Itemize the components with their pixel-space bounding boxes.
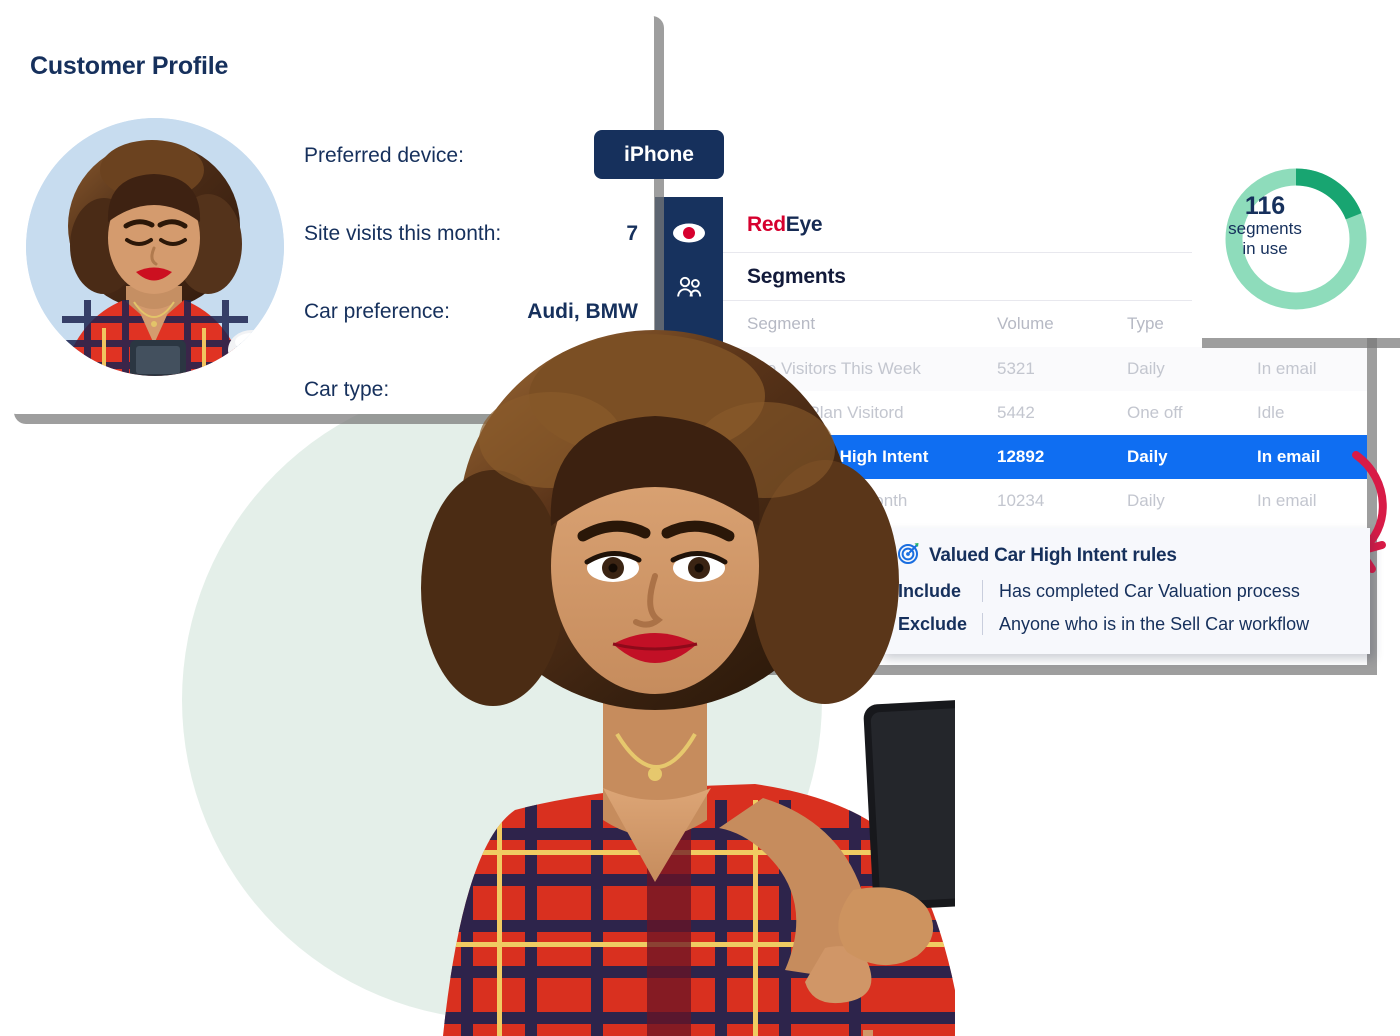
rule-include: Include Has completed Car Valuation proc… bbox=[880, 580, 1370, 602]
table-row[interactable]: Site Visitors This Week 5321 Daily In em… bbox=[723, 347, 1367, 391]
cell-type: Daily bbox=[1103, 435, 1233, 479]
segments-in-use-widget: 116 segments in use bbox=[1192, 140, 1400, 338]
profile-label: Car type: bbox=[304, 378, 390, 401]
cell-volume: 5442 bbox=[997, 403, 1035, 422]
cell-volume: 12892 bbox=[973, 435, 1103, 479]
people-icon[interactable] bbox=[655, 265, 723, 309]
profile-attribute-list: Preferred device: iPhone Site visits thi… bbox=[304, 130, 724, 446]
cell-segment: Searches This Month bbox=[747, 491, 908, 510]
redeye-logo[interactable]: RedEye bbox=[747, 212, 823, 237]
customer-profile-card: Customer Profile Preferred device: iPhon… bbox=[4, 6, 724, 414]
profile-card-title: Customer Profile bbox=[30, 52, 229, 80]
profile-label: Car preference: bbox=[304, 300, 450, 323]
segment-rules-tooltip: Valued Car High Intent rules Include Has… bbox=[880, 528, 1370, 654]
profile-row-site-visits: Site visits this month: 7 bbox=[304, 212, 638, 256]
rule-divider bbox=[982, 580, 983, 602]
table-row-selected[interactable]: Valued Car High Intent 12892 Daily In em… bbox=[723, 435, 1367, 479]
app-sidebar bbox=[655, 197, 723, 665]
cell-segment: Site Visitors This Week bbox=[723, 347, 973, 391]
table-row[interactable]: Service Plan Visitord 5442 One off Idle bbox=[723, 391, 1367, 435]
rule-exclude-label: Exclude bbox=[898, 613, 968, 634]
rules-header: Valued Car High Intent rules bbox=[880, 528, 1370, 569]
cell-type: One off bbox=[1127, 403, 1183, 422]
rule-include-value: Has completed Car Valuation process bbox=[999, 580, 1300, 601]
cell-type: Daily bbox=[1103, 347, 1233, 391]
page-title: Segments bbox=[747, 264, 846, 288]
preferred-device-chip[interactable]: iPhone bbox=[593, 130, 724, 179]
profile-label: Site visits this month: bbox=[304, 222, 502, 245]
avatar bbox=[26, 118, 284, 376]
profile-row-car-type: Car type: SUV, Hybrid bbox=[304, 368, 638, 412]
rule-include-label: Include bbox=[898, 580, 962, 601]
eye-icon[interactable] bbox=[655, 211, 723, 255]
cell-status: In email bbox=[1233, 347, 1367, 391]
rule-exclude-value: Anyone who is in the Sell Car workflow bbox=[999, 613, 1310, 634]
cell-segment: Valued Car High Intent bbox=[723, 435, 973, 479]
profile-value: SUV, Hybrid bbox=[518, 378, 638, 401]
target-dart-icon bbox=[898, 542, 920, 569]
profile-row-car-preference: Car preference: Audi, BMW bbox=[304, 290, 638, 334]
rules-title: Valued Car High Intent rules bbox=[929, 544, 1177, 566]
rule-divider bbox=[982, 613, 983, 635]
logo-red-part: Red bbox=[747, 212, 786, 236]
cell-volume: 10234 bbox=[997, 491, 1045, 510]
profile-row-preferred-device: Preferred device: iPhone bbox=[304, 130, 724, 179]
cell-type: Daily bbox=[1127, 491, 1165, 510]
profile-label: Preferred device: bbox=[304, 144, 464, 167]
donut-chart bbox=[1223, 153, 1369, 325]
cell-status: Idle bbox=[1257, 403, 1285, 422]
cell-volume: 5321 bbox=[973, 347, 1103, 391]
cell-segment: Service Plan Visitord bbox=[747, 403, 904, 422]
profile-value: Audi, BMW bbox=[527, 300, 638, 323]
table-row[interactable]: Searches This Month 10234 Daily In email bbox=[723, 479, 1367, 523]
rule-exclude: Exclude Anyone who is in the Sell Car wo… bbox=[880, 613, 1370, 635]
col-header-segment[interactable]: Segment bbox=[723, 301, 973, 347]
logo-eye-part: Eye bbox=[785, 212, 823, 236]
profile-value: 7 bbox=[626, 222, 638, 245]
col-header-volume[interactable]: Volume bbox=[973, 301, 1103, 347]
screenshot-stage: RedEye Segments Segment Volume Type Stat… bbox=[0, 0, 1400, 1036]
